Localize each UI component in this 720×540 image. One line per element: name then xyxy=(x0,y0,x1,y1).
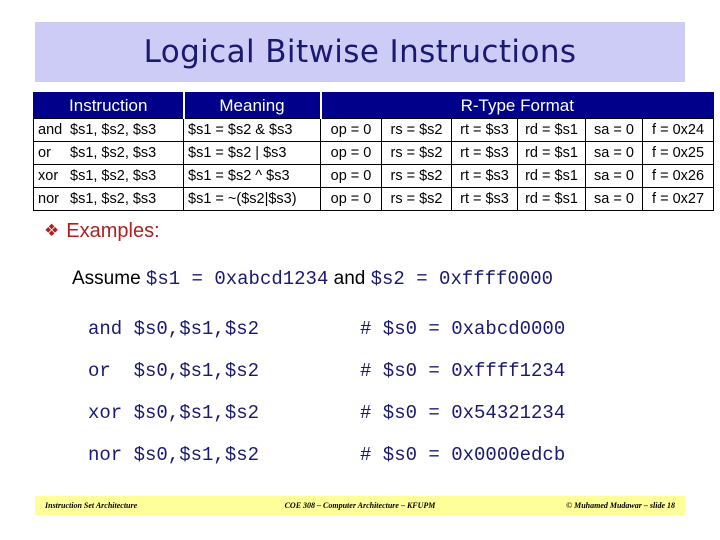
assume-register-s1: $s1 = 0xabcd1234 xyxy=(145,268,329,290)
cell-rd: rd = $s1 xyxy=(517,141,586,165)
cell-op: op = 0 xyxy=(320,164,382,188)
cell-op: op = 0 xyxy=(320,141,382,165)
footer-course-info: COE 308 – Computer Architecture – KFUPM xyxy=(284,501,436,510)
examples-label: Examples: xyxy=(66,220,160,242)
page-title: Logical Bitwise Instructions xyxy=(143,34,577,70)
cell-rt: rt = $s3 xyxy=(451,187,518,211)
title-banner: Logical Bitwise Instructions xyxy=(35,22,685,82)
code-example-line: nor $s0,$s1,$s2 # $s0 = 0x0000edcb xyxy=(88,444,648,486)
diamond-bullet-icon: ❖ xyxy=(44,221,60,241)
assume-prefix: Assume xyxy=(72,268,146,289)
table-row: and $s1, $s2, $s3 $s1 = $s2 & $s3 op = 0 … xyxy=(33,118,715,142)
cell-op: op = 0 xyxy=(320,118,382,142)
cell-funct: f = 0x26 xyxy=(641,164,715,188)
examples-heading: ❖ Examples: xyxy=(44,220,160,243)
cell-rd: rd = $s1 xyxy=(517,187,586,211)
cell-op: op = 0 xyxy=(320,187,382,211)
cell-sa: sa = 0 xyxy=(585,164,643,188)
code-comment: # $s0 = 0xabcd0000 xyxy=(360,318,566,340)
cell-mnemonic: nor xyxy=(38,191,59,207)
cell-funct: f = 0x24 xyxy=(641,118,715,142)
code-instruction: and $s0,$s1,$s2 xyxy=(88,318,260,340)
code-example-line: and $s0,$s1,$s2 # $s0 = 0xabcd0000 xyxy=(88,318,648,360)
cell-rd: rd = $s1 xyxy=(517,164,586,188)
code-example-line: xor $s0,$s1,$s2 # $s0 = 0x54321234 xyxy=(88,402,648,444)
column-header-rtype-format: R-Type Format xyxy=(319,92,715,119)
cell-rd: rd = $s1 xyxy=(517,118,586,142)
cell-rt: rt = $s3 xyxy=(451,118,518,142)
code-instruction: nor $s0,$s1,$s2 xyxy=(88,444,260,466)
code-example-line: or $s0,$s1,$s2 # $s0 = 0xffff1234 xyxy=(88,360,648,402)
footer-copyright: © Muhamed Mudawar – slide 18 xyxy=(566,501,675,510)
code-examples-list: and $s0,$s1,$s2 # $s0 = 0xabcd0000 or $s… xyxy=(88,318,648,486)
cell-sa: sa = 0 xyxy=(585,141,643,165)
column-header-meaning: Meaning xyxy=(182,92,321,119)
cell-mnemonic: xor xyxy=(38,168,59,184)
cell-operands: $s1, $s2, $s3 xyxy=(70,145,157,161)
cell-funct: f = 0x25 xyxy=(641,141,715,165)
cell-rs: rs = $s2 xyxy=(381,118,452,142)
assume-conjunction: and xyxy=(328,268,371,289)
table-row: nor $s1, $s2, $s3 $s1 = ~($s2|$s3) op = 0… xyxy=(33,187,715,211)
cell-instruction: or $s1, $s2, $s3 xyxy=(33,141,184,165)
cell-rs: rs = $s2 xyxy=(381,187,452,211)
cell-instruction: xor $s1, $s2, $s3 xyxy=(33,164,184,188)
column-header-instruction: Instruction xyxy=(33,92,184,119)
cell-sa: sa = 0 xyxy=(585,187,643,211)
cell-meaning: $s1 = $s2 ^ $s3 xyxy=(183,164,321,188)
cell-rs: rs = $s2 xyxy=(381,141,452,165)
code-comment: # $s0 = 0x54321234 xyxy=(360,402,566,424)
cell-operands: $s1, $s2, $s3 xyxy=(70,168,157,184)
cell-operands: $s1, $s2, $s3 xyxy=(70,122,157,138)
cell-sa: sa = 0 xyxy=(585,118,643,142)
cell-operands: $s1, $s2, $s3 xyxy=(70,191,157,207)
cell-mnemonic: or xyxy=(38,145,51,161)
table-row: xor $s1, $s2, $s3 $s1 = $s2 ^ $s3 op = 0 … xyxy=(33,164,715,188)
assume-register-s2: $s2 = 0xffff0000 xyxy=(370,268,554,290)
assume-statement: Assume $s1 = 0xabcd1234 and $s2 = 0xffff… xyxy=(72,268,553,290)
footer-section-title: Instruction Set Architecture xyxy=(45,501,138,510)
cell-rt: rt = $s3 xyxy=(451,164,518,188)
slide-footer: Instruction Set Architecture COE 308 – C… xyxy=(35,496,685,515)
cell-instruction: nor $s1, $s2, $s3 xyxy=(33,187,184,211)
table-header-row: Instruction Meaning R-Type Format xyxy=(33,92,715,119)
cell-rt: rt = $s3 xyxy=(451,141,518,165)
table-row: or $s1, $s2, $s3 $s1 = $s2 | $s3 op = 0 r… xyxy=(33,141,715,165)
code-comment: # $s0 = 0x0000edcb xyxy=(360,444,566,466)
cell-meaning: $s1 = $s2 | $s3 xyxy=(183,141,321,165)
cell-rs: rs = $s2 xyxy=(381,164,452,188)
cell-funct: f = 0x27 xyxy=(641,187,715,211)
cell-instruction: and $s1, $s2, $s3 xyxy=(33,118,184,142)
cell-meaning: $s1 = $s2 & $s3 xyxy=(183,118,321,142)
logical-instructions-table: Instruction Meaning R-Type Format and $s1… xyxy=(33,92,715,211)
table-body: and $s1, $s2, $s3 $s1 = $s2 & $s3 op = 0 … xyxy=(33,118,715,211)
cell-meaning: $s1 = ~($s2|$s3) xyxy=(183,187,321,211)
code-instruction: xor $s0,$s1,$s2 xyxy=(88,402,260,424)
code-instruction: or $s0,$s1,$s2 xyxy=(88,360,260,382)
code-comment: # $s0 = 0xffff1234 xyxy=(360,360,566,382)
cell-mnemonic: and xyxy=(38,122,63,138)
